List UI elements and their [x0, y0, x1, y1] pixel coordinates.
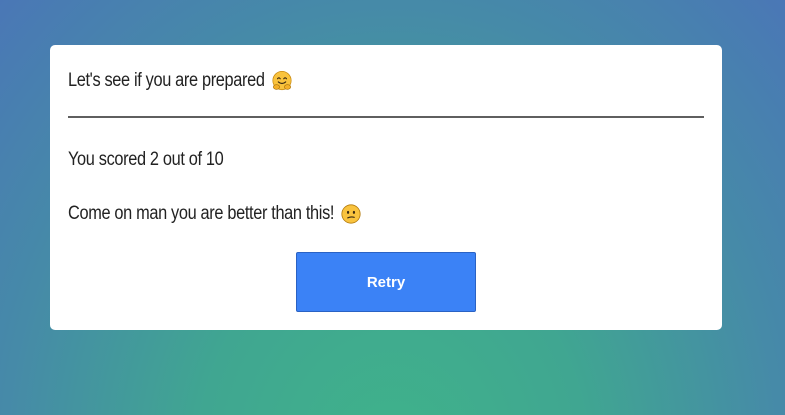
quiz-heading-text: Let's see if you are prepared — [68, 70, 265, 91]
feedback-text: Come on man you are better than this! — [68, 203, 335, 224]
confused-face-icon — [341, 204, 361, 224]
feedback-line: Come on man you are better than this! — [68, 200, 377, 228]
score-line: You scored 2 out of 10 — [68, 146, 249, 174]
divider — [68, 116, 704, 118]
score-text: You scored 2 out of 10 — [68, 149, 224, 170]
retry-button[interactable]: Retry — [296, 252, 476, 312]
hugging-face-icon — [272, 71, 292, 91]
quiz-heading: Let's see if you are prepared — [68, 67, 297, 95]
quiz-card: Let's see if you are prepared You scored… — [50, 45, 722, 330]
